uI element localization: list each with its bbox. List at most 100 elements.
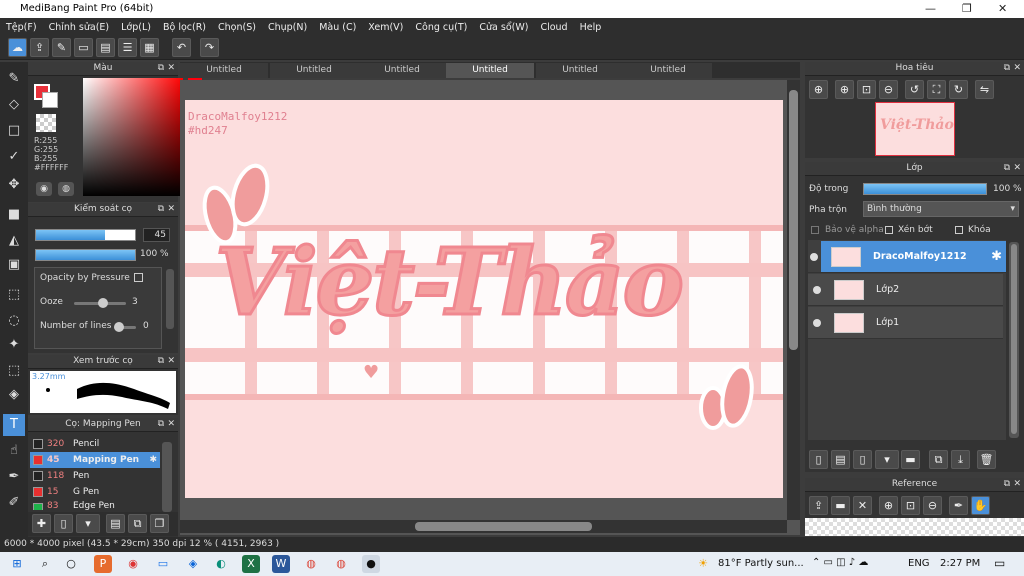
- brush-tool-icon[interactable]: ✎: [3, 68, 25, 90]
- popout-icon[interactable]: ⧉: [158, 355, 164, 368]
- menu-tools[interactable]: Công cụ(T): [415, 22, 467, 33]
- weather-text[interactable]: 81°F Partly sun...: [718, 558, 804, 569]
- folder-icon[interactable]: ▬: [901, 450, 920, 469]
- close-icon[interactable]: ✕: [167, 418, 175, 431]
- maximize-button[interactable]: ❐: [962, 2, 972, 15]
- language-indicator[interactable]: ENG: [908, 558, 930, 569]
- lines-slider[interactable]: [114, 322, 136, 332]
- popout-icon[interactable]: ⧉: [158, 203, 164, 216]
- menu-file[interactable]: Tệp(F): [6, 22, 37, 33]
- palette-icon[interactable]: ◉: [36, 182, 52, 196]
- reference-zoom-in-icon[interactable]: ⊕: [879, 496, 898, 515]
- notification-icon[interactable]: ▭: [994, 556, 1005, 570]
- fit-icon[interactable]: ⊡: [857, 80, 876, 99]
- saturation-value-picker[interactable]: [83, 78, 183, 196]
- layer-row-selected[interactable]: DracoMalfoy1212 ✱: [821, 241, 1006, 273]
- close-icon[interactable]: ✕: [1013, 162, 1021, 175]
- minimize-button[interactable]: —: [925, 2, 936, 15]
- brush-size-value[interactable]: 45: [143, 228, 170, 242]
- rectangle-tool-icon[interactable]: □: [3, 120, 25, 142]
- merge-layer-icon[interactable]: ⤓: [951, 450, 970, 469]
- vertical-scrollbar[interactable]: [787, 80, 800, 520]
- layer-add-menu-icon[interactable]: ▾: [875, 450, 899, 469]
- brush-item[interactable]: 15 G Pen: [30, 484, 160, 500]
- layer-row[interactable]: Lớp1: [808, 307, 1003, 339]
- operation-tool-icon[interactable]: ☝: [3, 440, 25, 462]
- swatch-icon[interactable]: ◍: [58, 182, 74, 196]
- menu-filter[interactable]: Bộ lọc(R): [163, 22, 206, 33]
- brush-settings-icon[interactable]: ▤: [106, 514, 125, 533]
- delete-layer-icon[interactable]: 🗑: [977, 450, 996, 469]
- monitor-icon[interactable]: ▭: [154, 555, 172, 573]
- pen-tool-icon[interactable]: ✓: [3, 146, 25, 168]
- hand-tool-icon[interactable]: ✐: [3, 492, 25, 514]
- menu-snap[interactable]: Chụp(N): [268, 22, 307, 33]
- reference-folder-icon[interactable]: ▬: [831, 496, 850, 515]
- popout-icon[interactable]: ⧉: [1004, 162, 1010, 175]
- list-icon[interactable]: ☰: [118, 38, 137, 57]
- clipping-checkbox[interactable]: [885, 226, 893, 234]
- lock-checkbox[interactable]: [955, 226, 963, 234]
- tab-untitled-active[interactable]: Untitled: [446, 63, 534, 78]
- popout-icon[interactable]: ⧉: [158, 418, 164, 431]
- menu-window[interactable]: Cửa sổ(W): [479, 22, 528, 33]
- gear-icon[interactable]: ✱: [149, 452, 157, 468]
- reference-upload-icon[interactable]: ⇪: [809, 496, 828, 515]
- close-icon[interactable]: ✕: [1013, 478, 1021, 491]
- gradient-tool-icon[interactable]: ▣: [3, 254, 25, 276]
- chrome-2-icon[interactable]: ◍: [332, 555, 350, 573]
- opacity-by-pressure-checkbox[interactable]: [134, 273, 143, 282]
- lasso-tool-icon[interactable]: ◌: [3, 310, 25, 332]
- tab-untitled-2[interactable]: Untitled: [270, 63, 358, 78]
- reference-fit-icon[interactable]: ⊡: [901, 496, 920, 515]
- tab-untitled-5[interactable]: Untitled: [536, 63, 624, 78]
- brush-copy-icon[interactable]: ⧉: [128, 514, 147, 533]
- duplicate-layer-icon[interactable]: ⧉: [929, 450, 948, 469]
- grid-icon[interactable]: ▦: [140, 38, 159, 57]
- reference-zoom-out-icon[interactable]: ⊖: [923, 496, 942, 515]
- undo-icon[interactable]: ↶: [172, 38, 191, 57]
- brush-opacity-slider[interactable]: [35, 249, 136, 261]
- visibility-icon[interactable]: [813, 319, 821, 327]
- navigator-thumbnail[interactable]: Việt-Thảo: [875, 102, 955, 156]
- bucket-tool-icon[interactable]: ◭: [3, 230, 25, 252]
- protect-alpha-checkbox[interactable]: [811, 226, 819, 234]
- eraser-tool-icon[interactable]: ◇: [3, 94, 25, 116]
- zoom-in-2-icon[interactable]: ⊕: [835, 80, 854, 99]
- reference-view[interactable]: [805, 518, 1024, 536]
- menu-select[interactable]: Chọn(S): [218, 22, 256, 33]
- blend-mode-select[interactable]: Bình thường ▾: [863, 201, 1019, 217]
- excel-icon[interactable]: X: [242, 555, 260, 573]
- secondary-color-swatch[interactable]: [42, 92, 58, 108]
- comment-icon[interactable]: ✎: [52, 38, 71, 57]
- popout-icon[interactable]: ⧉: [1004, 62, 1010, 75]
- transparent-swatch[interactable]: [36, 114, 56, 132]
- menu-cloud[interactable]: Cloud: [540, 22, 567, 33]
- windows-start-icon[interactable]: ⊞: [8, 555, 26, 573]
- brush-size-slider[interactable]: [35, 229, 136, 241]
- explorer-icon[interactable]: ◈: [184, 555, 202, 573]
- close-icon[interactable]: ✕: [167, 203, 175, 216]
- horizontal-scrollbar[interactable]: [180, 520, 787, 533]
- reference-eyedropper-icon[interactable]: ✒: [949, 496, 968, 515]
- magic-wand-tool-icon[interactable]: ✦: [3, 334, 25, 356]
- eyedropper-tool-icon[interactable]: ✒: [3, 466, 25, 488]
- flip-icon[interactable]: ⇋: [975, 80, 994, 99]
- brush-item[interactable]: 83 Edge Pen: [30, 500, 160, 510]
- popout-icon[interactable]: ⧉: [1004, 478, 1010, 491]
- add-brush-icon[interactable]: ✚: [32, 514, 51, 533]
- powerpoint-icon[interactable]: P: [94, 555, 112, 573]
- menu-edit[interactable]: Chỉnh sửa(E): [49, 22, 110, 33]
- cloud-icon[interactable]: ☁: [8, 38, 27, 57]
- tray-icons[interactable]: ⌃ ▭ ◫ ♪ ☁: [812, 557, 868, 568]
- zoom-in-icon[interactable]: ⊕: [809, 80, 828, 99]
- new-layer-icon[interactable]: ▯: [809, 450, 828, 469]
- close-icon[interactable]: ✕: [1013, 62, 1021, 75]
- ooze-slider[interactable]: [74, 298, 126, 308]
- fullscreen-icon[interactable]: ⛶: [927, 80, 946, 99]
- menu-view[interactable]: Xem(V): [368, 22, 403, 33]
- search-icon[interactable]: ⌕: [36, 555, 54, 573]
- reference-close-icon[interactable]: ✕: [853, 496, 872, 515]
- rotate-left-icon[interactable]: ↺: [905, 80, 924, 99]
- select-eraser-tool-icon[interactable]: ◈: [3, 384, 25, 406]
